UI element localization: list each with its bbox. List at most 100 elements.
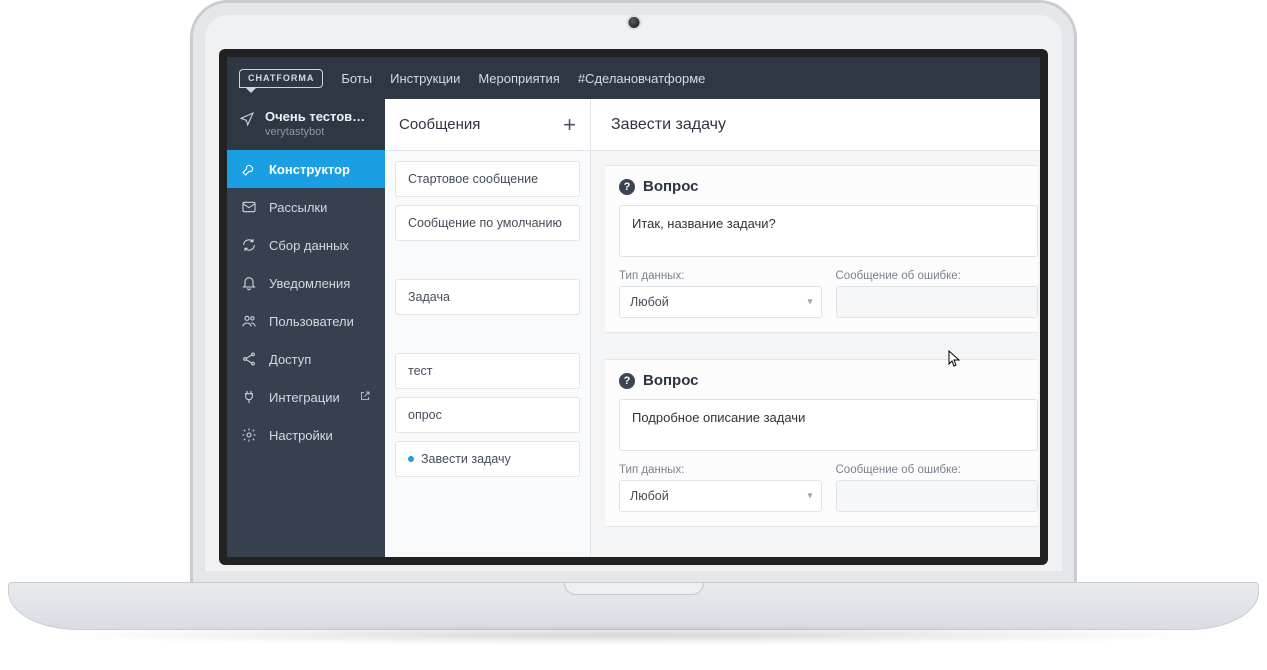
- error-label: Сообщение об ошибке:: [836, 464, 1039, 476]
- sidebar-item-label: Сбор данных: [269, 238, 349, 253]
- panels: ? Вопрос Тип данных: Любой: [591, 151, 1040, 541]
- panel-head: ? Вопрос: [619, 372, 1038, 389]
- external-link-icon: [359, 390, 371, 405]
- gear-icon: [241, 427, 257, 443]
- sidebar-item-label: Интеграции: [269, 390, 340, 405]
- sidebar-item-label: Настройки: [269, 428, 333, 443]
- type-value: Любой: [630, 295, 669, 309]
- message-create-task[interactable]: Завести задачу: [395, 441, 580, 477]
- message-label: Задача: [408, 290, 450, 304]
- screen-bezel: CHATFORMA Боты Инструкции Мероприятия #С…: [219, 49, 1048, 565]
- laptop-notch: [564, 583, 704, 595]
- fields-row: Тип данных: Любой ▾ Сообщение об ошибке:: [619, 464, 1038, 512]
- sidebar-item-users[interactable]: Пользователи: [227, 302, 385, 340]
- message-survey[interactable]: опрос: [395, 397, 580, 433]
- main-title: Завести задачу: [611, 116, 726, 134]
- type-select[interactable]: Любой ▾: [619, 480, 822, 512]
- message-label: Стартовое сообщение: [408, 172, 538, 186]
- nav-instructions[interactable]: Инструкции: [390, 71, 460, 86]
- bot-selector[interactable]: Очень тестовый … verytastybot: [227, 99, 385, 150]
- laptop-shadow: [40, 626, 1227, 644]
- wrench-icon: [241, 161, 257, 177]
- users-icon: [241, 313, 257, 329]
- message-label: тест: [408, 364, 433, 378]
- share-icon: [241, 351, 257, 367]
- chevron-down-icon: ▾: [807, 297, 812, 308]
- logo[interactable]: CHATFORMA: [239, 69, 323, 88]
- message-start[interactable]: Стартовое сообщение: [395, 161, 580, 197]
- question-panel-1: ? Вопрос Тип данных: Любой: [605, 165, 1038, 333]
- message-label: Завести задачу: [421, 452, 511, 466]
- sidebar-item-label: Пользователи: [269, 314, 354, 329]
- sidebar-item-notifications[interactable]: Уведомления: [227, 264, 385, 302]
- messages-header: Сообщения +: [385, 99, 590, 151]
- chevron-down-icon: ▾: [807, 491, 812, 502]
- error-input[interactable]: [836, 480, 1039, 512]
- bell-icon: [241, 275, 257, 291]
- question-panel-2: ? Вопрос Тип данных: Любой: [605, 359, 1038, 527]
- laptop-frame: CHATFORMA Боты Инструкции Мероприятия #С…: [0, 0, 1267, 670]
- sidebar-item-label: Уведомления: [269, 276, 350, 291]
- list-gap: [395, 249, 580, 271]
- type-select[interactable]: Любой ▾: [619, 286, 822, 318]
- message-label: опрос: [408, 408, 442, 422]
- type-field: Тип данных: Любой ▾: [619, 464, 822, 512]
- panel-heading: Вопрос: [643, 178, 699, 195]
- sidebar-item-access[interactable]: Доступ: [227, 340, 385, 378]
- app-body: Очень тестовый … verytastybot Конструкто…: [227, 99, 1040, 557]
- sidebar-item-data[interactable]: Сбор данных: [227, 226, 385, 264]
- screen: CHATFORMA Боты Инструкции Мероприятия #С…: [227, 57, 1040, 557]
- message-test[interactable]: тест: [395, 353, 580, 389]
- bot-text: Очень тестовый … verytastybot: [265, 109, 373, 138]
- app-root: CHATFORMA Боты Инструкции Мероприятия #С…: [227, 57, 1040, 557]
- message-default[interactable]: Сообщение по умолчанию: [395, 205, 580, 241]
- question-text-input[interactable]: [619, 205, 1038, 257]
- sidebar-item-label: Рассылки: [269, 200, 327, 215]
- sidebar-item-constructor[interactable]: Конструктор: [227, 150, 385, 188]
- main-header: Завести задачу: [591, 99, 1040, 151]
- type-field: Тип данных: Любой ▾: [619, 270, 822, 318]
- mail-icon: [241, 199, 257, 215]
- fields-row: Тип данных: Любой ▾ Сообщение об ошибке:: [619, 270, 1038, 318]
- panel-head: ? Вопрос: [619, 178, 1038, 195]
- messages-list: Стартовое сообщение Сообщение по умолчан…: [385, 151, 590, 487]
- type-value: Любой: [630, 489, 669, 503]
- sidebar-item-label: Конструктор: [269, 162, 350, 177]
- question-mark-icon: ?: [619, 373, 635, 389]
- type-label: Тип данных:: [619, 464, 822, 476]
- sidebar-item-broadcasts[interactable]: Рассылки: [227, 188, 385, 226]
- plug-icon: [241, 389, 257, 405]
- message-label: Сообщение по умолчанию: [408, 216, 562, 230]
- messages-title: Сообщения: [399, 116, 480, 133]
- laptop-base: [8, 582, 1259, 630]
- sidebar-item-integrations[interactable]: Интеграции: [227, 378, 385, 416]
- main-column: Завести задачу ? Вопрос: [591, 99, 1040, 557]
- refresh-icon: [241, 237, 257, 253]
- active-dot-icon: [408, 456, 414, 462]
- sidebar-menu: Конструктор Рассылки Сбор данных: [227, 150, 385, 454]
- error-label: Сообщение об ошибке:: [836, 270, 1039, 282]
- sidebar: Очень тестовый … verytastybot Конструкто…: [227, 99, 385, 557]
- laptop-lid: CHATFORMA Боты Инструкции Мероприятия #С…: [190, 0, 1077, 586]
- question-text-input[interactable]: [619, 399, 1038, 451]
- error-input[interactable]: [836, 286, 1039, 318]
- error-field: Сообщение об ошибке:: [836, 270, 1039, 318]
- messages-column: Сообщения + Стартовое сообщение Сообщени…: [385, 99, 591, 557]
- nav-events[interactable]: Мероприятия: [478, 71, 560, 86]
- error-field: Сообщение об ошибке:: [836, 464, 1039, 512]
- type-label: Тип данных:: [619, 270, 822, 282]
- panel-heading: Вопрос: [643, 372, 699, 389]
- bot-title: Очень тестовый …: [265, 109, 373, 124]
- sidebar-item-label: Доступ: [269, 352, 311, 367]
- camera-icon: [628, 17, 639, 28]
- list-gap: [395, 323, 580, 345]
- bot-handle: verytastybot: [265, 126, 373, 138]
- nav-bots[interactable]: Боты: [341, 71, 372, 86]
- add-message-button[interactable]: +: [563, 114, 576, 136]
- message-task[interactable]: Задача: [395, 279, 580, 315]
- topbar: CHATFORMA Боты Инструкции Мероприятия #С…: [227, 57, 1040, 99]
- sidebar-item-settings[interactable]: Настройки: [227, 416, 385, 454]
- question-mark-icon: ?: [619, 179, 635, 195]
- paper-plane-icon: [239, 111, 255, 130]
- nav-made-with[interactable]: #Сделановчатформе: [578, 71, 706, 86]
